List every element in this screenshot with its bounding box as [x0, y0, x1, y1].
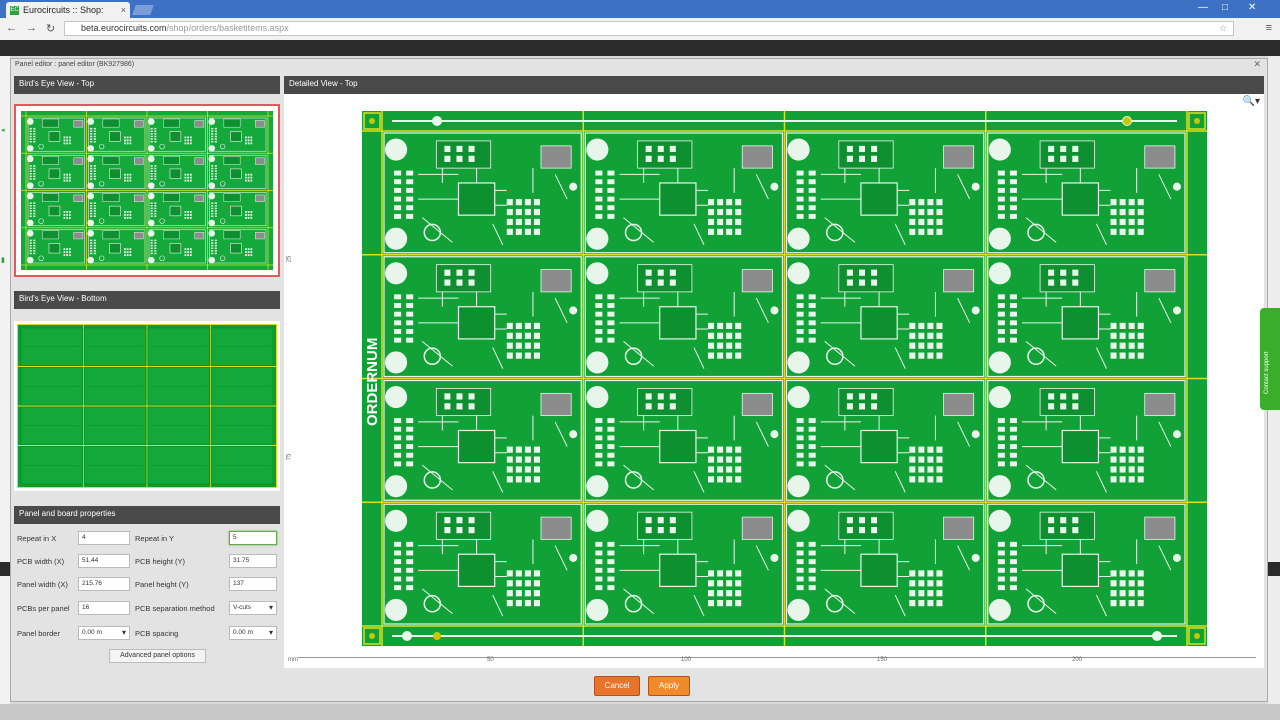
dialog-close-icon[interactable]: ✕	[1253, 59, 1261, 70]
repeat-y-input[interactable]: 5	[229, 531, 277, 545]
cancel-button[interactable]: Cancel	[594, 676, 640, 696]
pcb-board	[208, 154, 267, 189]
tab-close-icon[interactable]: ×	[121, 5, 126, 15]
back-icon[interactable]: ←	[6, 22, 17, 34]
separation-method-label: PCB separation method	[135, 604, 215, 613]
pcb-board	[147, 154, 206, 189]
pcb-board	[87, 229, 146, 264]
dialog-title: Panel editor : panel editor (BK927986)	[15, 61, 135, 68]
contact-support-tab[interactable]: Contact support	[1260, 308, 1280, 410]
pcb-height-label: PCB height (Y)	[135, 557, 186, 566]
birds-eye-bottom-graphic	[17, 324, 277, 488]
zoom-icon[interactable]: 🔍▾	[1243, 96, 1260, 107]
birds-eye-bottom-pcb[interactable]	[17, 324, 277, 488]
birds-eye-top-pcb[interactable]	[21, 111, 273, 270]
panel-border-select[interactable]: 0.00 m	[78, 626, 130, 640]
left-dark-edge	[0, 562, 10, 576]
panel-width-label: Panel width (X)	[17, 580, 68, 589]
site-header-band	[0, 40, 1280, 56]
detailed-view-header: Detailed View - Top	[284, 76, 1264, 94]
panel-border-label: Panel border	[17, 629, 60, 638]
y-tick-75: 75	[286, 453, 293, 461]
birds-eye-top-header: Bird's Eye View - Top	[14, 76, 280, 94]
side-marker-icon: ▮	[1, 257, 5, 264]
pcbs-per-panel-label: PCBs per panel	[17, 604, 70, 613]
pcb-board	[87, 117, 146, 152]
pcb-board	[147, 229, 206, 264]
bookmark-star-icon[interactable]: ☆	[1219, 22, 1227, 35]
pcb-board	[26, 229, 85, 264]
minimize-icon[interactable]: —	[1198, 2, 1208, 13]
browser-titlebar: EC Eurocircuits :: Shop: × — □ ✕	[0, 0, 1280, 18]
pcb-board	[87, 154, 146, 189]
apply-button[interactable]: Apply	[648, 676, 690, 696]
pcb-board	[26, 117, 85, 152]
contact-support-label: Contact support	[1264, 351, 1270, 394]
birds-eye-bottom-frame[interactable]	[14, 321, 280, 491]
x-tick-150: 150	[877, 657, 888, 663]
page-bottom-bar	[0, 704, 1280, 720]
address-bar: ← → ↻ beta.eurocircuits.com/shop/orders/…	[0, 18, 1280, 41]
x-tick-200: 200	[1072, 657, 1083, 663]
pcb-board	[208, 117, 267, 152]
panel-editor-dialog: Panel editor : panel editor (BK927986) ✕…	[10, 58, 1268, 702]
pcb-width-label: PCB width (X)	[17, 557, 65, 566]
browser-menu-icon[interactable]: ≡	[1266, 22, 1272, 34]
pcb-panel-detail[interactable]: ORDERNUM	[362, 111, 1207, 646]
pcb-board	[26, 192, 85, 227]
pcb-board	[208, 229, 267, 264]
pcb-spacing-label: PCB spacing	[135, 629, 179, 638]
repeat-x-label: Repeat in X	[17, 534, 57, 543]
detailed-view-canvas[interactable]: 🔍▾ mm 50 100 150 200 25 75 ORDERNUM	[284, 94, 1264, 668]
x-tick-unit: mm	[288, 657, 298, 663]
new-tab-button[interactable]	[132, 5, 154, 15]
url-path: /shop/orders/basketitems.aspx	[166, 23, 289, 33]
repeat-x-input[interactable]: 4	[78, 531, 130, 545]
forward-icon[interactable]: →	[26, 22, 37, 34]
repeat-y-label: Repeat in Y	[135, 534, 175, 543]
separation-method-select[interactable]: V-cuts	[229, 601, 277, 615]
panel-order-label: ORDERNUM	[364, 338, 381, 426]
pcb-board	[87, 192, 146, 227]
advanced-panel-options-button[interactable]: Advanced panel options	[109, 649, 206, 663]
pcb-board	[147, 117, 206, 152]
birds-eye-top-graphic	[21, 111, 273, 270]
x-tick-100: 100	[681, 657, 692, 663]
page-left-strip: ◂ ▮	[0, 56, 10, 704]
tab-title: Eurocircuits :: Shop:	[23, 5, 104, 15]
properties-header: Panel and board properties	[14, 506, 280, 524]
pcb-board	[208, 192, 267, 227]
panel-height-label: Panel height (Y)	[135, 580, 189, 589]
reload-icon[interactable]: ↻	[46, 22, 55, 35]
pcb-height-input[interactable]: 31.75	[229, 554, 277, 568]
side-arrow-icon: ◂	[1, 127, 5, 134]
url-host: beta.eurocircuits.com	[81, 23, 167, 33]
pcbs-per-panel-input[interactable]: 16	[78, 601, 130, 615]
pcb-board	[26, 154, 85, 189]
birds-eye-bottom-header: Bird's Eye View - Bottom	[14, 291, 280, 309]
url-input[interactable]: beta.eurocircuits.com/shop/orders/basket…	[64, 21, 1234, 36]
panel-height-input[interactable]: 137	[229, 577, 277, 591]
x-tick-50: 50	[487, 657, 494, 663]
pcb-spacing-select[interactable]: 0.00 m	[229, 626, 277, 640]
birds-eye-top-frame[interactable]	[14, 104, 280, 277]
panel-width-input[interactable]: 215.76	[78, 577, 130, 591]
x-axis	[298, 657, 1256, 658]
right-dark-edge	[1268, 562, 1280, 576]
eurocircuits-favicon-icon: EC	[10, 5, 19, 15]
close-window-icon[interactable]: ✕	[1248, 2, 1256, 13]
y-tick-25: 25	[286, 255, 293, 263]
pcb-board	[147, 192, 206, 227]
browser-tab[interactable]: EC Eurocircuits :: Shop: ×	[6, 2, 130, 18]
maximize-icon[interactable]: □	[1222, 2, 1228, 13]
pcb-panel-graphic: ORDERNUM	[362, 111, 1207, 646]
pcb-width-input[interactable]: 51.44	[78, 554, 130, 568]
